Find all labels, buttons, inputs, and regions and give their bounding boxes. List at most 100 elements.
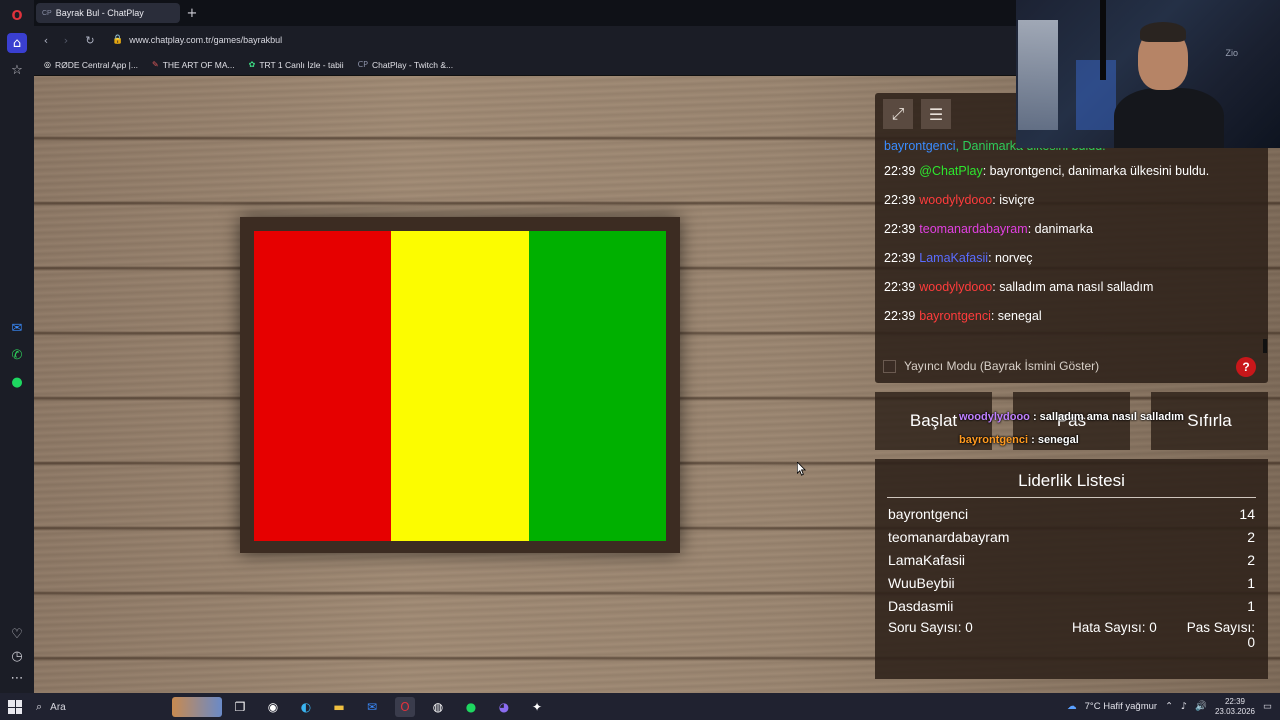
leaderboard-row: LamaKafasii 2 [888, 552, 1255, 575]
windows-start-icon[interactable] [8, 700, 22, 714]
weather-icon: ☁ [1067, 701, 1077, 712]
bookmark-label: RØDE Central App |... [54, 59, 138, 70]
chat-scrollbar[interactable] [1263, 339, 1267, 353]
chat-text: : salladım ama nasıl salladım [992, 280, 1154, 294]
chat-time: 22:39 [884, 280, 916, 294]
spotify-icon[interactable]: ● [7, 372, 27, 392]
search-highlight-icon[interactable] [172, 697, 222, 717]
clock[interactable]: 22:39 23.03.2026 [1215, 697, 1255, 717]
leaderboard-panel: Liderlik Listesi bayrontgenci 14 teomanar… [875, 459, 1268, 679]
chatplay-favicon-icon: CP [42, 9, 52, 17]
game-page: ⤢ ☰ bayrontgenci, Danimarka ülkesini bul… [34, 76, 1280, 693]
app-icon[interactable]: ✦ [527, 697, 547, 717]
home-icon[interactable]: ⌂ [7, 33, 27, 53]
bookmark-trt1[interactable]: ✿ TRT 1 Canlı İzle - tabii [249, 60, 344, 70]
player-score: 2 [1247, 529, 1255, 545]
chat-line: 22:39 woodylydooo: salladım ama nasıl sal… [884, 273, 1259, 302]
leaderboard-row: WuuBeybii 1 [888, 575, 1255, 598]
bookmark-icon: ✎ [151, 60, 159, 69]
opera-logo-icon[interactable]: O [7, 6, 27, 26]
browser-sidebar: O ⌂ ☆ ✉ ✆ ● ♡ ◷ ⋯ [0, 0, 34, 693]
chat-text: : danimarka [1027, 222, 1093, 236]
bookmark-rode[interactable]: ◎ RØDE Central App |... [44, 60, 138, 70]
bookmark-label: ChatPlay - Twitch &... [372, 59, 454, 70]
clock-time: 22:39 [1224, 696, 1245, 706]
help-button[interactable]: ? [1236, 357, 1256, 377]
messenger-icon[interactable]: ✉ [7, 318, 27, 338]
weather-text[interactable]: 7°C Hafif yağmur [1085, 701, 1157, 712]
chat-time: 22:39 [884, 193, 916, 207]
overlay-text: : salladım ama nasıl salladım [1029, 411, 1184, 423]
reload-icon[interactable]: ↻ [82, 32, 98, 48]
stats-row: Soru Sayısı: 0 Hata Sayısı: 0 Pas Sayısı… [888, 620, 1255, 650]
overlay-message: woodylydooo : salladım ama nasıl salladı… [959, 411, 1184, 423]
chat-messages: bayrontgenci, Danimarka ülkesini buldu. … [884, 139, 1259, 331]
new-tab-button[interactable]: + [184, 5, 200, 21]
mic-arm [1100, 0, 1106, 80]
tab-title: Bayrak Bul - ChatPlay [55, 8, 144, 18]
notification-icon[interactable]: ▭ [1263, 701, 1272, 712]
microphone-icon[interactable]: ♪ [1181, 701, 1187, 712]
chat-text: : norveç [988, 251, 1033, 265]
lock-icon: 🔒 [112, 35, 124, 45]
chrome-icon[interactable]: ◉ [263, 697, 283, 717]
obs-icon[interactable]: ◍ [428, 697, 448, 717]
streamer-hair [1140, 22, 1186, 42]
history-icon[interactable]: ◷ [7, 646, 27, 666]
chat-user: @ChatPlay [919, 164, 983, 178]
spotify-taskbar-icon[interactable]: ● [461, 697, 481, 717]
more-icon[interactable]: ⋯ [7, 668, 27, 688]
back-icon[interactable]: ‹ [38, 32, 54, 48]
trt-icon: ✿ [248, 60, 256, 69]
chat-user: woodylydooo [919, 193, 993, 207]
streamer-mode-checkbox[interactable] [883, 359, 896, 373]
taskbar-search[interactable]: ⌕ Ara [36, 697, 176, 717]
volume-icon[interactable]: 🔊 [1195, 701, 1207, 712]
player-name: LamaKafasii [888, 552, 966, 568]
opera-taskbar-icon[interactable]: O [395, 697, 415, 717]
player-score: 1 [1247, 598, 1255, 614]
tab-bayrak-bul[interactable]: CP Bayrak Bul - ChatPlay [36, 3, 180, 23]
chat-line: 22:39 LamaKafasii: norveç [884, 244, 1259, 273]
streamer-body [1114, 88, 1224, 148]
chat-user: teomanardabayram [919, 222, 1028, 236]
document-icon[interactable]: ☰ [921, 99, 951, 129]
player-name: Dasdasmii [888, 598, 954, 614]
bookmark-art-of-ma[interactable]: ✎ THE ART OF MA... [152, 60, 235, 70]
mail-icon[interactable]: ✉ [362, 697, 382, 717]
chat-time: 22:39 [884, 164, 916, 178]
heart-icon[interactable]: ♡ [7, 624, 27, 644]
system-tray: ☁ 7°C Hafif yağmur ⌃ ♪ 🔊 22:39 23.03.202… [1067, 693, 1280, 720]
star-icon[interactable]: ☆ [7, 60, 27, 80]
fullscreen-icon[interactable]: ⤢ [883, 99, 913, 129]
streamer-mode-label: Yayıncı Modu (Bayrak İsmini Göster) [904, 359, 1100, 373]
flag-band-green [528, 231, 666, 541]
webcam-logo: Zio [1225, 48, 1238, 58]
chat-user: LamaKafasii [919, 251, 989, 265]
chat-time: 22:39 [884, 309, 916, 323]
task-view-icon[interactable]: ❐ [230, 697, 250, 717]
chat-line: 22:39 woodylydooo: isviçre [884, 186, 1259, 215]
leaderboard-row: Dasdasmii 1 [888, 598, 1255, 621]
bookmark-chatplay[interactable]: CP ChatPlay - Twitch &... [358, 60, 454, 70]
edge-icon[interactable]: ◐ [296, 697, 316, 717]
chevron-up-icon[interactable]: ⌃ [1165, 701, 1173, 712]
overlay-message: bayrontgenci : senegal [959, 434, 1079, 446]
whatsapp-icon[interactable]: ✆ [7, 345, 27, 365]
chat-user: bayrontgenci [919, 309, 991, 323]
flag-image [254, 231, 666, 541]
player-score: 1 [1247, 575, 1255, 591]
leaderboard-row: teomanardabayram 2 [888, 529, 1255, 552]
url-field[interactable]: 🔒 www.chatplay.com.tr/games/bayrakbul [112, 30, 1012, 50]
chatplay-icon: CP [357, 60, 369, 69]
chat-text: : isviçre [992, 193, 1035, 207]
forward-icon[interactable]: › [58, 32, 74, 48]
leaderboard-title: Liderlik Listesi [887, 471, 1256, 498]
overlay-text: : senegal [1028, 434, 1079, 446]
flag-band-yellow [391, 231, 529, 541]
streamer-mode-toggle[interactable]: Yayıncı Modu (Bayrak İsmini Göster) [883, 355, 1263, 377]
discord-icon[interactable]: ◕ [494, 697, 514, 717]
file-explorer-icon[interactable]: ▬ [329, 697, 349, 717]
chat-text: : bayrontgenci, danimarka ülkesini buldu… [982, 164, 1210, 178]
player-name: teomanardabayram [888, 529, 1010, 545]
